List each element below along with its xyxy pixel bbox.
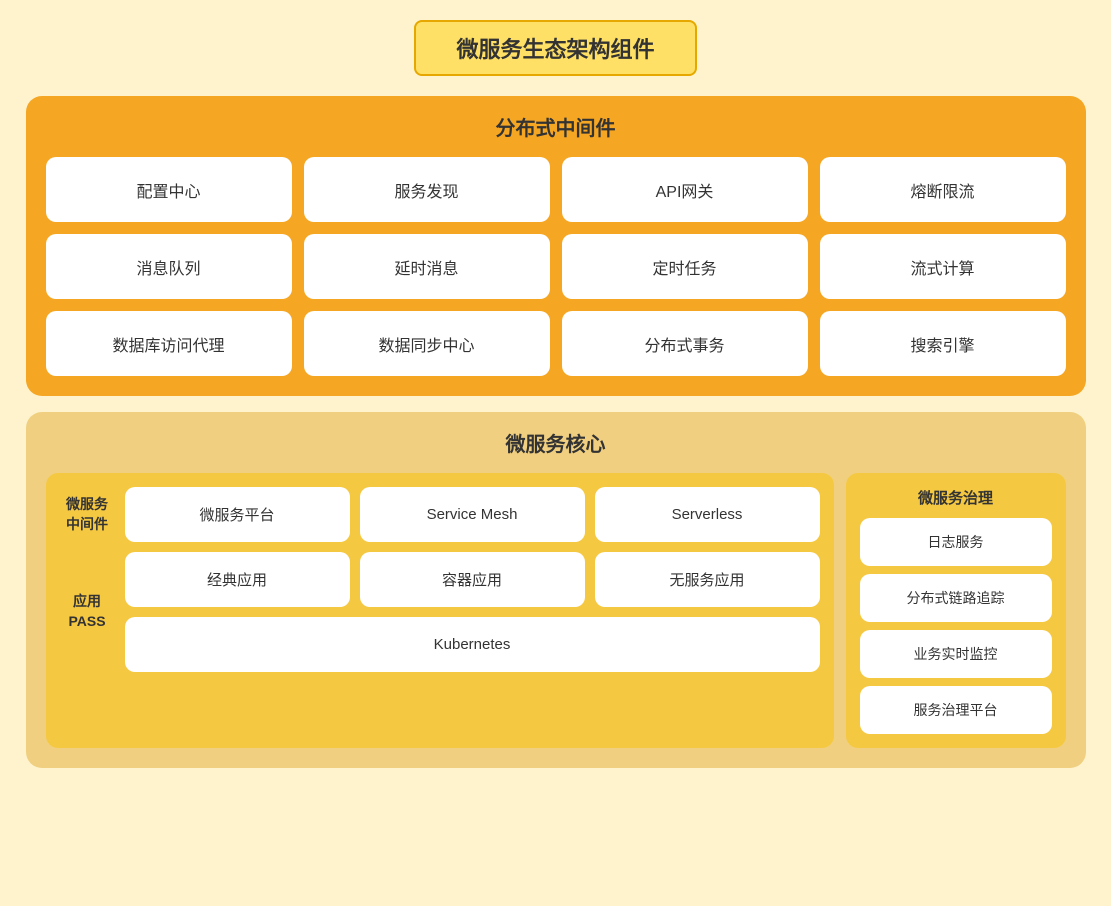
distributed-grid: 配置中心 服务发现 API网关 熔断限流 消息队列 延时消息 定时任务 流式计算… (46, 157, 1066, 376)
card-classic-app: 经典应用 (125, 552, 350, 607)
card-service-mesh: Service Mesh (360, 487, 585, 542)
card-circuit-breaker: 熔断限流 (820, 157, 1066, 222)
card-distributed-trace: 分布式链路追踪 (860, 574, 1052, 622)
card-governance-platform: 服务治理平台 (860, 686, 1052, 734)
card-api-gateway: API网关 (562, 157, 808, 222)
card-search-engine: 搜索引擎 (820, 311, 1066, 376)
card-db-proxy: 数据库访问代理 (46, 311, 292, 376)
card-delayed-message: 延时消息 (304, 234, 550, 299)
app-cards: 经典应用 容器应用 无服务应用 Kubernetes (125, 552, 820, 672)
card-realtime-monitor: 业务实时监控 (860, 630, 1052, 678)
main-container: 分布式中间件 配置中心 服务发现 API网关 熔断限流 消息队列 延时消息 定时… (26, 96, 1086, 768)
right-panel: 微服务治理 日志服务 分布式链路追踪 业务实时监控 服务治理平台 (846, 473, 1066, 748)
microservice-title: 微服务核心 (46, 428, 1066, 457)
middleware-row: 微服务中间件 微服务平台 Service Mesh Serverless (60, 487, 820, 542)
microservice-section: 微服务核心 微服务中间件 微服务平台 Service Mesh Serverle… (26, 412, 1086, 768)
card-kubernetes: Kubernetes (125, 617, 820, 672)
governance-cards: 日志服务 分布式链路追踪 业务实时监控 服务治理平台 (860, 518, 1052, 734)
card-serverless: Serverless (595, 487, 820, 542)
app-label: 应用PASS (60, 552, 115, 672)
distributed-title: 分布式中间件 (46, 112, 1066, 141)
card-stream-compute: 流式计算 (820, 234, 1066, 299)
card-scheduled-task: 定时任务 (562, 234, 808, 299)
card-microservice-platform: 微服务平台 (125, 487, 350, 542)
microservice-inner: 微服务中间件 微服务平台 Service Mesh Serverless 应用P… (46, 473, 1066, 748)
page-title: 微服务生态架构组件 (414, 20, 696, 76)
distributed-section: 分布式中间件 配置中心 服务发现 API网关 熔断限流 消息队列 延时消息 定时… (26, 96, 1086, 396)
middleware-horizontal: 微服务平台 Service Mesh Serverless (125, 487, 820, 542)
card-config-center: 配置中心 (46, 157, 292, 222)
app-row: 应用PASS 经典应用 容器应用 无服务应用 Kubernetes (60, 552, 820, 672)
middleware-label: 微服务中间件 (60, 487, 115, 542)
app-horizontal: 经典应用 容器应用 无服务应用 (125, 552, 820, 607)
card-message-queue: 消息队列 (46, 234, 292, 299)
card-distributed-tx: 分布式事务 (562, 311, 808, 376)
card-container-app: 容器应用 (360, 552, 585, 607)
card-serverless-app: 无服务应用 (595, 552, 820, 607)
card-data-sync: 数据同步中心 (304, 311, 550, 376)
card-service-discovery: 服务发现 (304, 157, 550, 222)
left-panel: 微服务中间件 微服务平台 Service Mesh Serverless 应用P… (46, 473, 834, 748)
card-log-service: 日志服务 (860, 518, 1052, 566)
middleware-cards: 微服务平台 Service Mesh Serverless (125, 487, 820, 542)
governance-title: 微服务治理 (860, 487, 1052, 508)
